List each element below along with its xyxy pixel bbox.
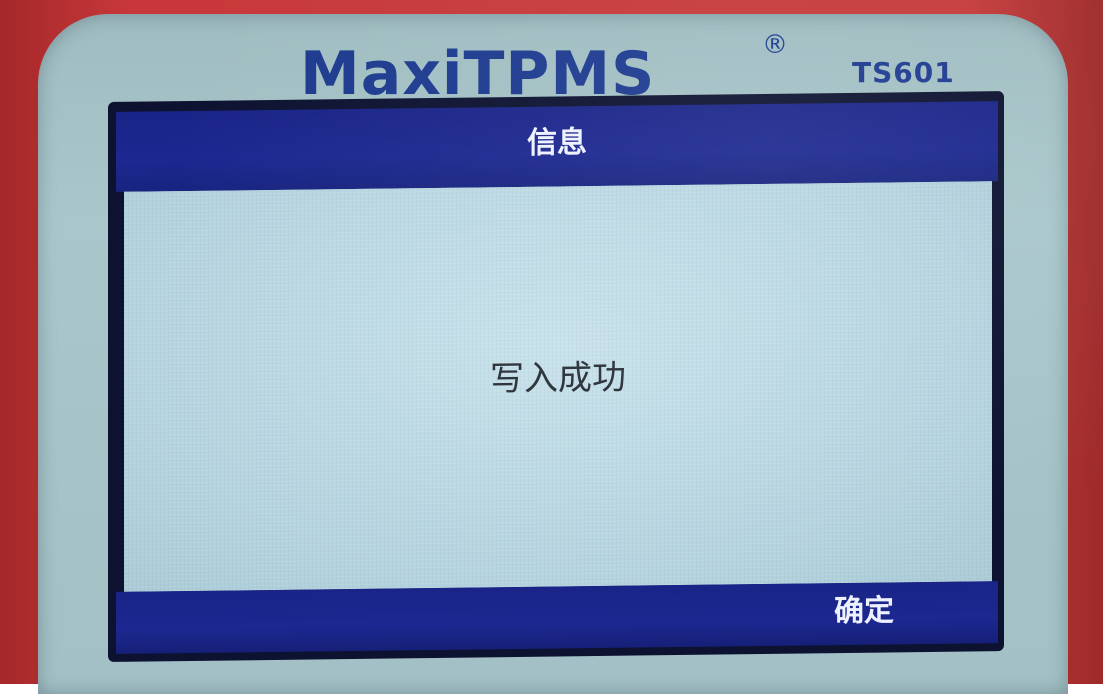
registered-mark: ® bbox=[762, 30, 788, 60]
dialog-title-bar: 信息 bbox=[116, 101, 998, 192]
confirm-button[interactable]: 确定 bbox=[834, 582, 894, 645]
device-housing: MaxiTPMS ® TS601 信息 写入成功 确定 bbox=[0, 0, 1103, 694]
dialog-title: 信息 bbox=[527, 125, 587, 161]
dialog-body: 写入成功 bbox=[124, 181, 992, 592]
softkey-bar: 确定 bbox=[116, 581, 998, 654]
status-message: 写入成功 bbox=[490, 357, 626, 400]
model-label: TS601 bbox=[852, 56, 955, 89]
lcd-screen: 信息 写入成功 确定 bbox=[108, 91, 1004, 663]
